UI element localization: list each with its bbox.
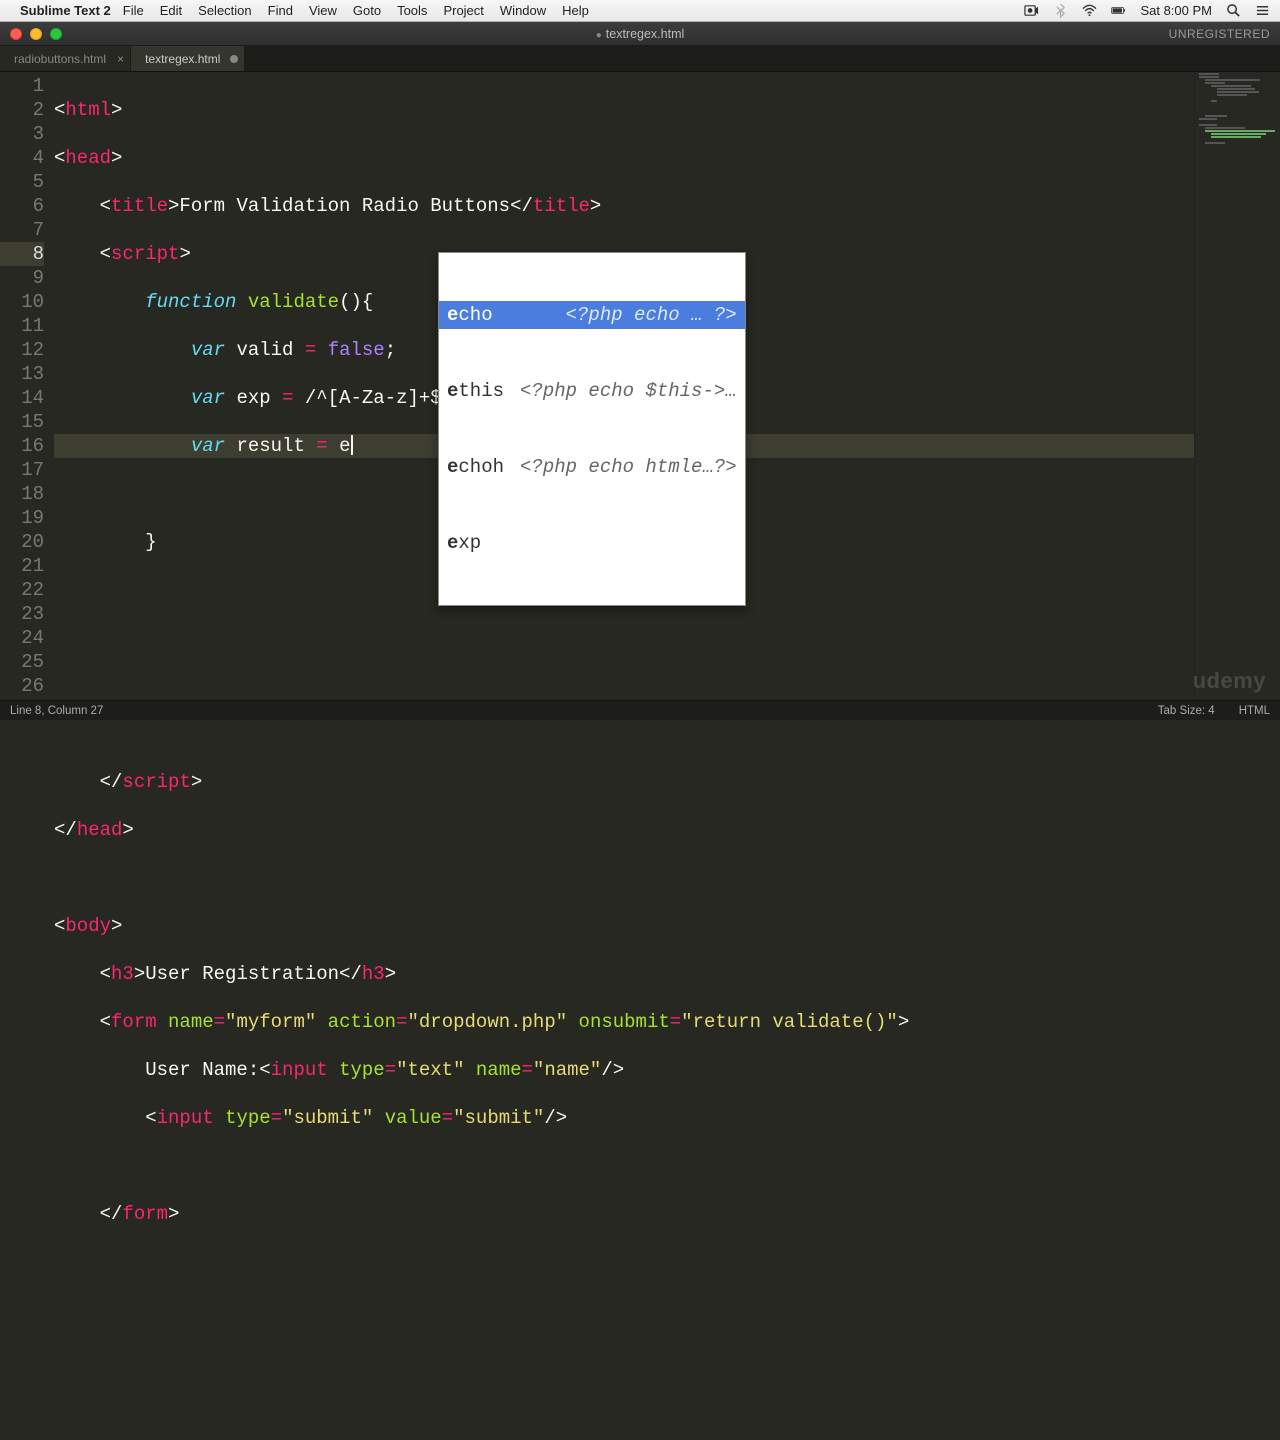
line-number: 15 [0,410,44,434]
autocomplete-item[interactable]: echo <?php echo … ?> [439,301,745,329]
menu-edit[interactable]: Edit [160,3,182,18]
editor-area[interactable]: 1 2 3 4 5 6 7 8 9 10 11 12 13 14 15 16 1… [0,72,1280,700]
macos-menubar: Sublime Text 2 File Edit Selection Find … [0,0,1280,22]
line-number: 21 [0,554,44,578]
autocomplete-item[interactable]: ethis <?php echo $this->… [439,377,745,405]
text-cursor [351,435,353,455]
menu-selection[interactable]: Selection [198,3,251,18]
window-titlebar: ●textregex.html UNREGISTERED [0,22,1280,46]
menu-view[interactable]: View [309,3,337,18]
wifi-icon[interactable] [1082,3,1097,18]
tab-label: textregex.html [145,52,220,66]
line-number: 11 [0,314,44,338]
bluetooth-icon[interactable] [1053,3,1068,18]
line-number: 9 [0,266,44,290]
line-number-gutter: 1 2 3 4 5 6 7 8 9 10 11 12 13 14 15 16 1… [0,72,54,700]
menu-project[interactable]: Project [443,3,483,18]
autocomplete-item[interactable]: exp [439,529,745,557]
tab-radiobuttons[interactable]: radiobuttons.html × [0,46,131,71]
menu-help[interactable]: Help [562,3,589,18]
line-number: 13 [0,362,44,386]
line-number: 19 [0,506,44,530]
battery-icon[interactable] [1111,3,1126,18]
line-number: 3 [0,122,44,146]
menu-window[interactable]: Window [500,3,546,18]
tab-bar: radiobuttons.html × textregex.html [0,46,1280,72]
line-number: 14 [0,386,44,410]
line-number: 4 [0,146,44,170]
autocomplete-item[interactable]: echoh <?php echo htmle…?> [439,453,745,481]
menu-find[interactable]: Find [268,3,293,18]
menu-goto[interactable]: Goto [353,3,381,18]
minimap[interactable] [1194,72,1280,700]
tab-textregex[interactable]: textregex.html [131,46,245,71]
unregistered-label: UNREGISTERED [1169,27,1270,41]
line-number: 7 [0,218,44,242]
tab-close-icon[interactable]: × [117,52,124,66]
line-number: 17 [0,458,44,482]
tab-modified-icon [230,55,238,63]
modified-dot-icon: ● [596,30,602,41]
line-number: 22 [0,578,44,602]
tab-label: radiobuttons.html [14,52,106,66]
line-number: 6 [0,194,44,218]
status-language[interactable]: HTML [1239,705,1270,717]
line-number: 5 [0,170,44,194]
line-number: 1 [0,74,44,98]
menubar-clock[interactable]: Sat 8:00 PM [1140,3,1212,18]
udemy-watermark: udemy [1193,668,1266,694]
window-title: ●textregex.html [0,27,1280,41]
app-name[interactable]: Sublime Text 2 [20,3,111,18]
screen-record-icon[interactable] [1024,3,1039,18]
line-number: 16 [0,434,44,458]
menu-tools[interactable]: Tools [397,3,427,18]
line-number: 18 [0,482,44,506]
line-number: 8 [0,242,44,266]
menu-file[interactable]: File [123,3,144,18]
line-number: 12 [0,338,44,362]
code-content[interactable]: <html> <head> <title>Form Validation Rad… [54,72,1194,700]
notification-center-icon[interactable] [1255,3,1270,18]
autocomplete-popup[interactable]: echo <?php echo … ?> ethis <?php echo $t… [438,252,746,606]
line-number: 20 [0,530,44,554]
line-number: 25 [0,650,44,674]
line-number: 23 [0,602,44,626]
line-number: 26 [0,674,44,698]
line-number: 10 [0,290,44,314]
line-number: 2 [0,98,44,122]
spotlight-icon[interactable] [1226,3,1241,18]
line-number: 24 [0,626,44,650]
